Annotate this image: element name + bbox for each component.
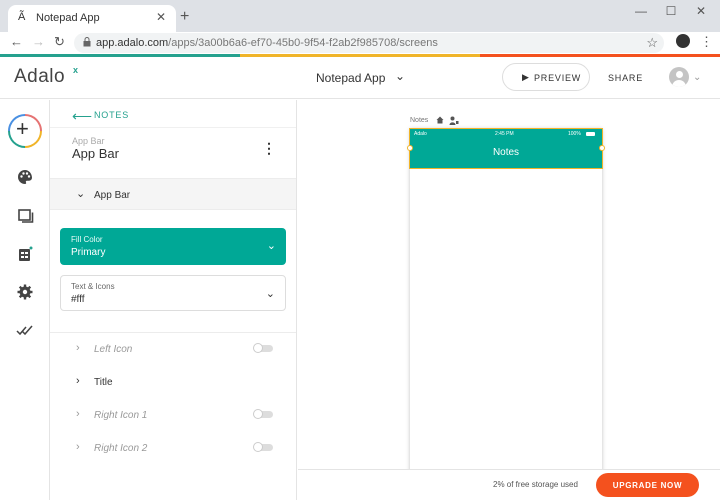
toggle-knob xyxy=(253,343,263,353)
fill-color-value: Primary xyxy=(71,247,106,258)
adalo-logo[interactable]: Adalo xyxy=(14,66,65,88)
app-bar-title: Notes xyxy=(492,147,520,158)
extension-icon[interactable] xyxy=(676,34,690,48)
right-icon-2-label: Right Icon 2 xyxy=(94,443,148,454)
status-carrier: Adalo xyxy=(414,131,427,137)
screens-icon[interactable] xyxy=(16,206,34,224)
title-label: Title xyxy=(94,377,113,388)
database-icon[interactable] xyxy=(16,245,34,263)
back-to-screen-link[interactable]: NOTES xyxy=(94,110,129,120)
text-icons-color-dropdown[interactable]: Text & Icons #fff ⌄ xyxy=(60,275,286,311)
app-header: Adalo x Notepad App ⌄ ▶ PREVIEW SHARE ⌄ xyxy=(0,57,720,99)
browser-menu-icon[interactable]: ⋮ xyxy=(700,34,713,50)
chevron-right-icon: › xyxy=(76,375,80,387)
toggle-knob xyxy=(253,409,263,419)
app-name-selector[interactable]: Notepad App xyxy=(316,71,385,85)
close-window-icon[interactable]: ✕ xyxy=(686,4,716,18)
play-icon: ▶ xyxy=(522,72,529,82)
divider xyxy=(50,127,296,128)
gear-icon[interactable] xyxy=(16,283,34,301)
text-icons-label: Text & Icons xyxy=(71,282,115,291)
share-button[interactable]: SHARE xyxy=(608,73,643,83)
status-time: 2:45 PM xyxy=(495,131,514,137)
url-text: app.adalo.com/apps/3a00b6a6-ef70-45b0-9f… xyxy=(96,37,438,49)
avatar-head xyxy=(676,71,683,78)
preview-button[interactable]: ▶ PREVIEW xyxy=(502,63,590,91)
back-icon[interactable]: ← xyxy=(10,34,23,49)
left-icon-toggle[interactable] xyxy=(253,343,273,353)
avatar-chevron-icon[interactable]: ⌄ xyxy=(693,72,701,83)
chevron-right-icon: › xyxy=(76,342,80,354)
chevron-right-icon: › xyxy=(76,408,80,420)
component-type: App Bar xyxy=(72,136,105,146)
right-icon-1-label: Right Icon 1 xyxy=(94,410,148,421)
add-icon: + xyxy=(16,116,29,141)
editor-footer: 2% of free storage used UPGRADE NOW xyxy=(298,469,720,500)
left-icon-row[interactable]: › Left Icon xyxy=(50,335,296,365)
preview-label: PREVIEW xyxy=(534,73,582,83)
text-icons-value: #fff xyxy=(71,294,85,305)
divider xyxy=(50,332,296,333)
phone-screen-preview[interactable]: Adalo 2:45 PM 100% Notes xyxy=(407,128,605,474)
right-icon-2-row[interactable]: › Right Icon 2 xyxy=(50,434,296,464)
app-bar-component[interactable]: Adalo 2:45 PM 100% Notes xyxy=(409,128,603,169)
storage-usage-text: 2% of free storage used xyxy=(493,480,578,489)
left-tool-rail: + xyxy=(0,100,50,500)
browser-toolbar: ← → ↻ app.adalo.com/apps/3a00b6a6-ef70-4… xyxy=(0,32,720,54)
screen-label[interactable]: Notes xyxy=(410,117,428,124)
tab-title: Notepad App xyxy=(36,12,100,24)
user-permission-icon xyxy=(449,116,459,125)
browser-tab-bar: Ã Notepad App ✕ + — ☐ ✕ xyxy=(0,0,720,32)
close-tab-icon[interactable]: ✕ xyxy=(156,10,166,24)
checklist-icon[interactable] xyxy=(16,321,34,339)
editor-canvas[interactable]: Notes Adalo 2:45 PM 100% Notes xyxy=(298,100,720,474)
left-icon-label: Left Icon xyxy=(94,344,133,355)
fill-color-label: Fill Color xyxy=(71,235,103,244)
component-settings-panel: ⟵ NOTES App Bar App Bar ⋮ ⌄ App Bar Fill… xyxy=(50,100,297,500)
section-label: App Bar xyxy=(94,190,131,201)
forward-icon[interactable]: → xyxy=(32,34,45,49)
resize-handle-right[interactable] xyxy=(599,145,605,151)
upgrade-now-button[interactable]: UPGRADE NOW xyxy=(596,473,699,497)
back-arrow-icon[interactable]: ⟵ xyxy=(72,108,92,125)
fill-color-dropdown[interactable]: Fill Color Primary ⌄ xyxy=(60,228,286,265)
address-bar[interactable]: app.adalo.com/apps/3a00b6a6-ef70-45b0-9f… xyxy=(74,33,664,53)
chevron-down-icon: ⌄ xyxy=(265,288,275,300)
component-name[interactable]: App Bar xyxy=(72,146,119,161)
right-icon-2-toggle[interactable] xyxy=(253,442,273,452)
reload-icon[interactable]: ↻ xyxy=(54,34,65,50)
battery-icon xyxy=(586,132,595,136)
adalo-logo-mark: x xyxy=(73,65,79,75)
adalo-favicon-icon: Ã xyxy=(18,11,26,23)
maximize-icon[interactable]: ☐ xyxy=(656,4,686,18)
resize-handle-left[interactable] xyxy=(407,145,413,151)
new-tab-icon[interactable]: + xyxy=(180,8,189,26)
chevron-right-icon: › xyxy=(76,441,80,453)
bookmark-star-icon[interactable]: ☆ xyxy=(646,35,658,51)
browser-tab[interactable]: Ã Notepad App ✕ xyxy=(8,5,176,32)
chevron-down-icon: ⌄ xyxy=(76,188,86,200)
add-component-button[interactable]: + xyxy=(8,114,42,148)
url-host: app.adalo.com xyxy=(96,37,169,49)
app-bar-section-header[interactable]: ⌄ App Bar xyxy=(50,178,296,210)
avatar-body xyxy=(672,80,686,87)
title-row[interactable]: › Title xyxy=(50,368,296,398)
right-icon-1-row[interactable]: › Right Icon 1 xyxy=(50,401,296,431)
component-menu-icon[interactable]: ⋮ xyxy=(262,140,276,157)
url-path: /apps/3a00b6a6-ef70-45b0-9f54-f2ab2f9857… xyxy=(168,37,438,49)
avatar[interactable] xyxy=(669,67,689,87)
status-battery-text: 100% xyxy=(568,131,581,137)
minimize-icon[interactable]: — xyxy=(626,4,656,18)
upgrade-label: UPGRADE NOW xyxy=(612,481,683,490)
toggle-knob xyxy=(253,442,263,452)
palette-icon[interactable] xyxy=(16,168,34,186)
lock-icon xyxy=(83,37,91,47)
chevron-down-icon[interactable]: ⌄ xyxy=(395,69,405,83)
chevron-down-icon: ⌄ xyxy=(266,240,276,252)
right-icon-1-toggle[interactable] xyxy=(253,409,273,419)
home-icon xyxy=(436,116,444,124)
